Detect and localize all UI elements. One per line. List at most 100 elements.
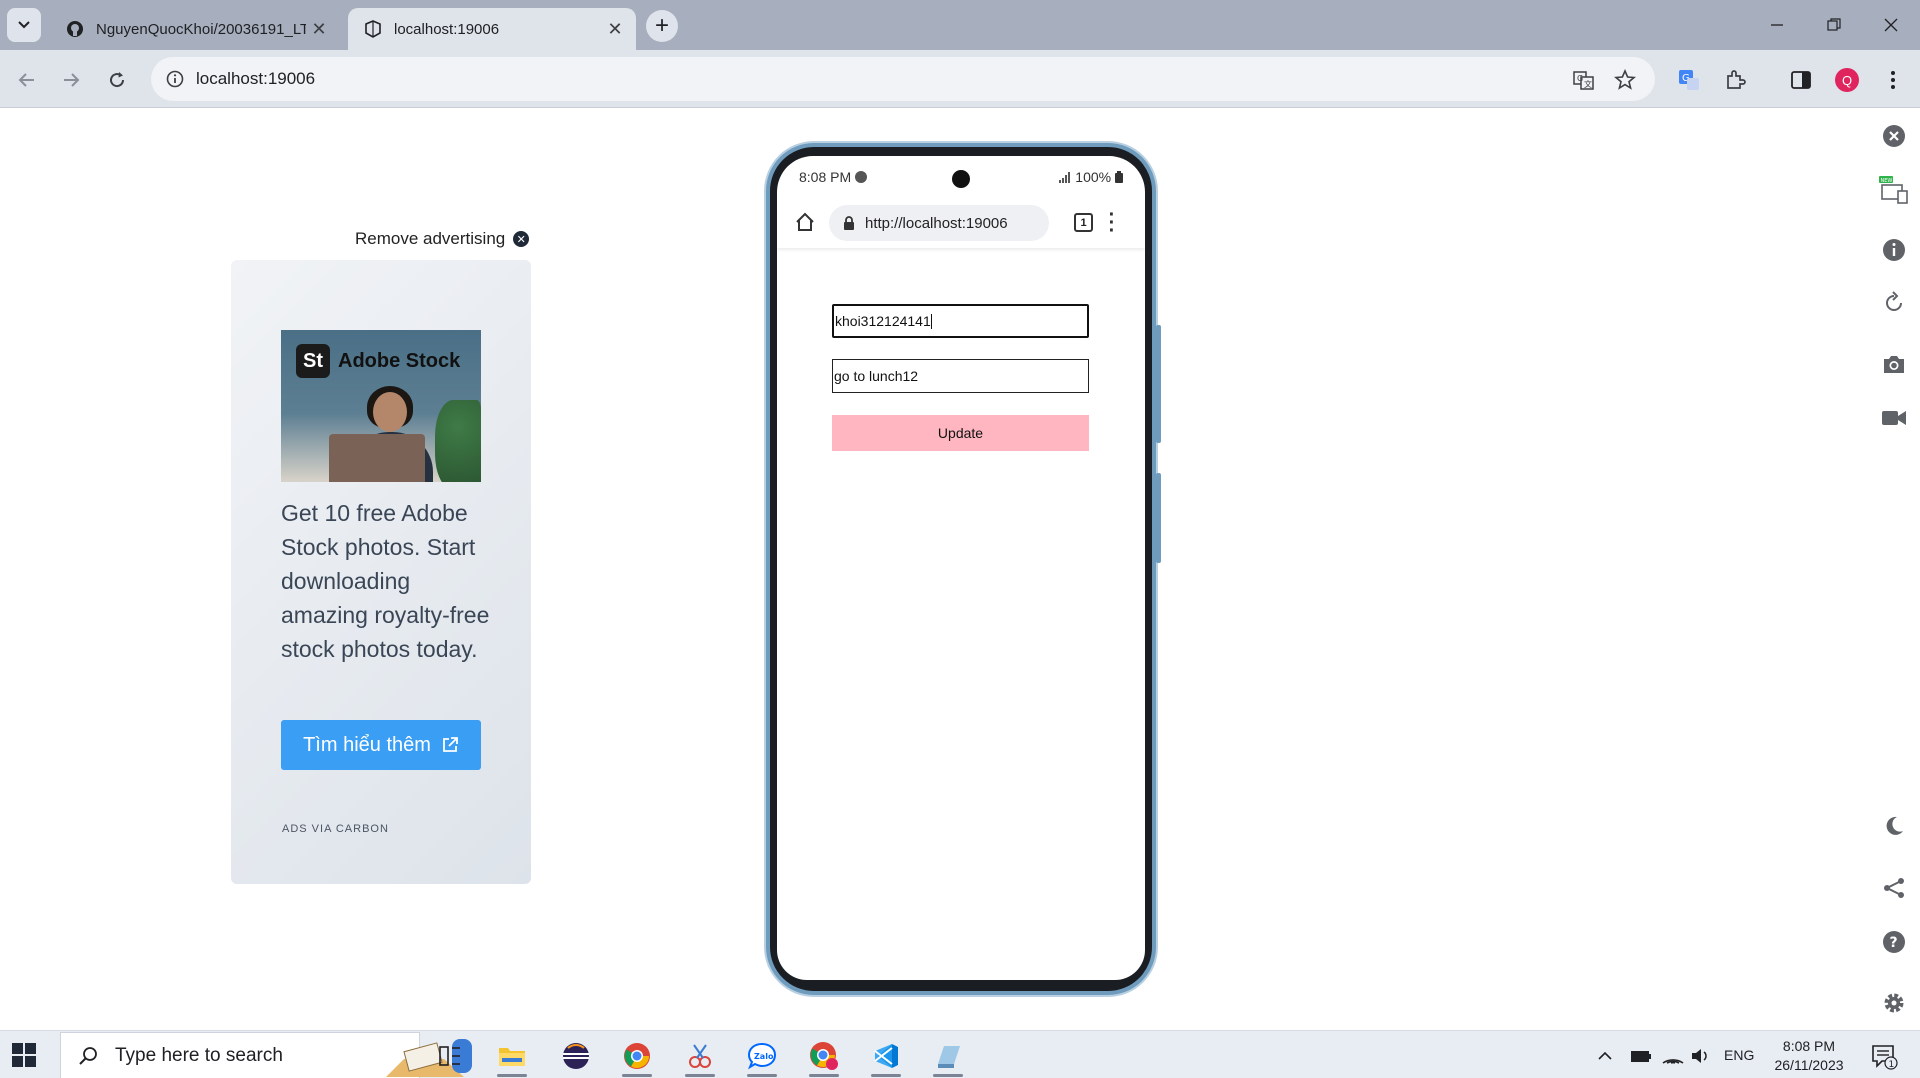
github-icon xyxy=(66,20,84,38)
expo-icon xyxy=(364,20,382,38)
snipping-tool-icon[interactable] xyxy=(676,1035,724,1077)
app-icon[interactable] xyxy=(924,1035,972,1077)
mobile-tab-count[interactable]: 1 xyxy=(1074,213,1093,232)
close-icon[interactable]: ✕ xyxy=(306,16,332,42)
phone-time: 8:08 PM xyxy=(799,169,868,185)
chrome-profile-icon[interactable] xyxy=(800,1035,848,1077)
avatar: Q xyxy=(1835,68,1859,92)
extensions-icon[interactable] xyxy=(1718,63,1752,97)
zalo-icon[interactable]: Zalo xyxy=(738,1035,786,1077)
active-indicator xyxy=(622,1074,652,1077)
new-tab-button[interactable]: + xyxy=(646,10,678,42)
dark-mode-icon[interactable] xyxy=(1879,811,1909,841)
google-translate-extension-icon[interactable]: G xyxy=(1672,63,1706,97)
camera-icon[interactable] xyxy=(1879,349,1909,379)
close-circle-icon[interactable] xyxy=(1879,121,1909,151)
ad-card: St Adobe Stock Get 10 free Adobe Stock p… xyxy=(231,260,531,884)
vscode-icon[interactable] xyxy=(862,1035,910,1077)
file-explorer-icon[interactable] xyxy=(488,1035,536,1077)
phone-frame: 8:08 PM 100% http://localhost:19006 1 · ·… xyxy=(766,143,1161,995)
notification-center-icon[interactable]: 1 xyxy=(1864,1035,1904,1077)
remove-advertising-link[interactable]: Remove advertising ✕ xyxy=(355,229,530,249)
ads-via-carbon[interactable]: ADS VIA CARBON xyxy=(282,823,389,835)
video-camera-icon[interactable] xyxy=(1879,403,1909,433)
battery-icon[interactable] xyxy=(1624,1035,1658,1077)
adobe-stock-wordmark: Adobe Stock xyxy=(338,349,461,372)
translate-icon[interactable]: G文 xyxy=(1571,67,1597,93)
chrome-icon[interactable] xyxy=(613,1035,661,1077)
tab-search-button[interactable] xyxy=(7,8,41,42)
input-language[interactable]: ENG xyxy=(1724,1047,1754,1063)
plant-illustration xyxy=(435,400,481,482)
active-indicator xyxy=(685,1074,715,1077)
info-icon[interactable] xyxy=(1879,235,1909,265)
description-input[interactable]: go to lunch12 xyxy=(832,359,1089,393)
battery-icon xyxy=(1115,171,1123,183)
chevron-up-icon[interactable] xyxy=(1588,1035,1622,1077)
plus-icon: + xyxy=(654,12,669,39)
signal-icon xyxy=(1059,172,1071,183)
restore-button[interactable] xyxy=(1805,0,1863,50)
home-icon[interactable] xyxy=(793,210,817,234)
clock-time: 8:08 PM xyxy=(1782,1038,1836,1054)
description-input-value: go to lunch12 xyxy=(834,368,919,384)
update-button[interactable]: Update xyxy=(832,415,1089,451)
reload-icon xyxy=(110,72,125,88)
help-icon[interactable]: ? xyxy=(1879,927,1909,957)
adobe-stock-badge: St xyxy=(296,344,330,378)
reload-button[interactable] xyxy=(100,63,134,97)
tab-title: NguyenQuocKhoi/20036191_LT xyxy=(96,20,306,38)
active-indicator xyxy=(871,1074,901,1077)
taskbar-search-box[interactable]: Type here to search xyxy=(60,1032,472,1078)
phone-battery: 100% xyxy=(1059,169,1123,185)
learn-more-label: Tìm hiểu thêm xyxy=(303,733,431,756)
browser-toolbar: localhost:19006 G文 G Q xyxy=(0,50,1920,108)
arrow-left-icon xyxy=(18,73,34,87)
arrow-right-icon xyxy=(64,73,80,87)
eclipse-icon[interactable] xyxy=(552,1035,600,1077)
minimize-button[interactable] xyxy=(1748,0,1806,50)
phone-screen: 8:08 PM 100% http://localhost:19006 1 · ·… xyxy=(777,156,1145,980)
ad-text[interactable]: Get 10 free Adobe Stock photos. Start do… xyxy=(281,496,491,666)
profile-avatar[interactable]: Q xyxy=(1830,63,1864,97)
more-vertical-icon xyxy=(1891,71,1895,89)
forward-button[interactable] xyxy=(54,63,88,97)
mobile-address-bar[interactable]: http://localhost:19006 xyxy=(829,205,1049,241)
rotate-icon[interactable] xyxy=(1879,288,1909,318)
title-input[interactable]: khoi312124141 xyxy=(832,304,1089,338)
settings-gear-icon[interactable] xyxy=(1879,988,1909,1018)
system-clock[interactable]: 8:08 PM 26/11/2023 xyxy=(1766,1037,1852,1075)
person-head xyxy=(373,392,407,432)
share-icon[interactable] xyxy=(1879,873,1909,903)
svg-text:文: 文 xyxy=(1584,79,1592,89)
close-circle-icon: ✕ xyxy=(513,231,530,247)
svg-text:G: G xyxy=(1577,74,1583,83)
tab-title: localhost:19006 xyxy=(394,20,500,38)
menu-button[interactable] xyxy=(1876,63,1910,97)
window-close-button[interactable] xyxy=(1862,0,1920,50)
phone-power-button xyxy=(1156,473,1161,563)
close-icon[interactable]: ✕ xyxy=(602,16,628,42)
info-icon[interactable] xyxy=(163,67,187,91)
browser-tab-bar: NguyenQuocKhoi/20036191_LT ✕ localhost:1… xyxy=(0,0,1920,50)
svg-text:Zalo: Zalo xyxy=(754,1052,774,1061)
ad-image[interactable]: St Adobe Stock xyxy=(281,330,481,482)
volume-icon[interactable] xyxy=(1684,1035,1718,1077)
more-vertical-icon[interactable]: · · · xyxy=(1108,205,1116,241)
mobile-url-text: http://localhost:19006 xyxy=(865,214,1008,232)
task-view-icon[interactable] xyxy=(426,1035,474,1077)
star-icon[interactable] xyxy=(1612,67,1638,93)
tab-github[interactable]: NguyenQuocKhoi/20036191_LT ✕ xyxy=(50,8,340,50)
responsive-devices-icon[interactable]: NEW xyxy=(1879,176,1909,206)
side-panel-icon[interactable] xyxy=(1784,63,1818,97)
clock-date: 26/11/2023 xyxy=(1774,1057,1844,1073)
tab-localhost[interactable]: localhost:19006 ✕ xyxy=(348,8,636,50)
back-button[interactable] xyxy=(10,63,44,97)
laptop-illustration xyxy=(329,434,425,482)
lock-icon xyxy=(843,216,857,230)
windows-start-icon[interactable] xyxy=(12,1043,36,1067)
notification-dot-icon xyxy=(855,171,868,183)
learn-more-button[interactable]: Tìm hiểu thêm xyxy=(281,720,481,770)
remove-advertising-label: Remove advertising xyxy=(355,229,506,248)
address-bar[interactable]: localhost:19006 G文 xyxy=(151,57,1655,101)
